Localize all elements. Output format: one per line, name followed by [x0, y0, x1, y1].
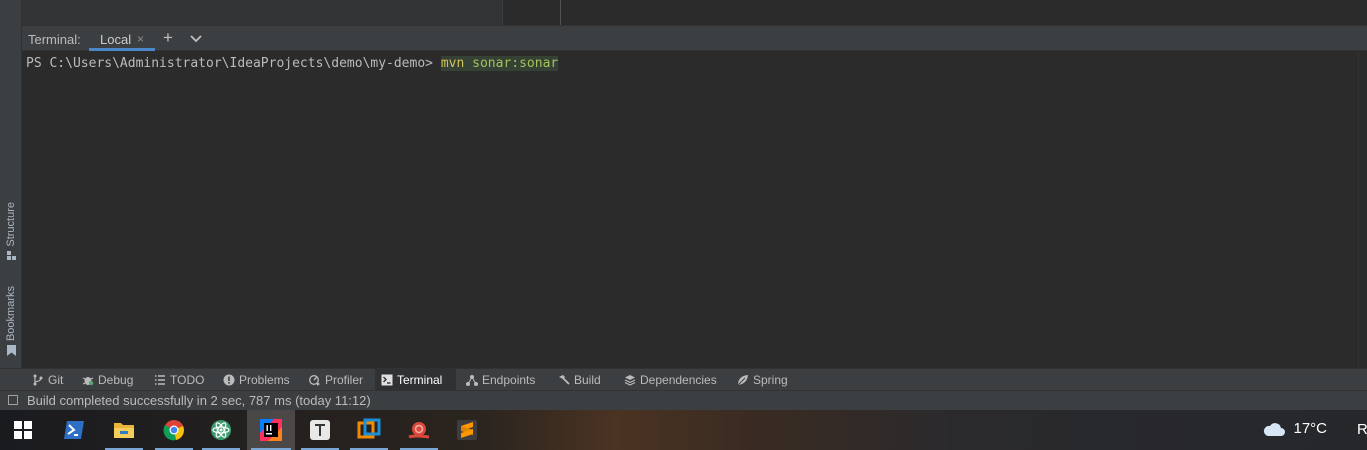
- command-args: sonar:sonar: [464, 56, 559, 71]
- taskbar-atom[interactable]: [198, 410, 244, 450]
- taskbar-vmware[interactable]: [346, 410, 392, 450]
- list-icon: [155, 374, 165, 385]
- taskbar-powershell[interactable]: [51, 410, 97, 450]
- side-tab-structure[interactable]: Structure: [0, 190, 22, 260]
- vmware-icon: [357, 418, 381, 439]
- editor-margin-line: [560, 0, 561, 25]
- chevron-down-icon[interactable]: [188, 28, 204, 48]
- status-bar: Build completed successfully in 2 sec, 7…: [0, 390, 1367, 410]
- sublime-text-icon: [457, 420, 477, 440]
- windows-start-icon: [14, 421, 32, 439]
- status-message: Build completed successfully in 2 sec, 7…: [27, 393, 371, 408]
- add-tab-icon[interactable]: +: [163, 28, 173, 48]
- atom-icon: [211, 420, 231, 440]
- tool-profiler[interactable]: Profiler: [303, 369, 369, 390]
- taskbar-file-explorer[interactable]: [101, 410, 147, 450]
- terminal-icon: [381, 374, 393, 385]
- side-tab-bookmarks[interactable]: Bookmarks: [0, 276, 22, 356]
- tool-dependencies[interactable]: Dependencies: [618, 369, 723, 390]
- side-tab-structure-label: Structure: [5, 202, 17, 247]
- cloud-icon: [1264, 422, 1286, 436]
- bookmark-icon: [6, 345, 16, 356]
- side-tab-bookmarks-label: Bookmarks: [5, 285, 17, 341]
- tool-problems-label: Problems: [239, 372, 290, 387]
- spring-leaf-icon: [737, 374, 748, 385]
- structure-icon: [6, 251, 16, 260]
- editor-gutter: [22, 0, 502, 25]
- terminal-tab-bar: Terminal: Local × +: [22, 25, 1367, 51]
- tool-endpoints-label: Endpoints: [482, 372, 536, 387]
- editor-divider: [502, 0, 503, 25]
- tool-spring-label: Spring: [753, 372, 788, 387]
- taskbar-chrome[interactable]: [151, 410, 197, 450]
- snail-app-icon: [408, 422, 430, 439]
- tool-debug[interactable]: Debug: [76, 369, 139, 390]
- tab-local-label: Local: [100, 32, 132, 47]
- left-tool-strip: Structure Bookmarks: [0, 0, 22, 368]
- toggle-tool-windows-icon[interactable]: [8, 395, 18, 405]
- tool-window-bar: Git Debug TODO Problems Profiler Termina…: [0, 368, 1367, 390]
- tool-git[interactable]: Git: [26, 369, 69, 390]
- close-icon[interactable]: ×: [137, 32, 144, 46]
- tool-problems[interactable]: Problems: [217, 369, 296, 390]
- weather-temperature: 17°C: [1293, 420, 1327, 437]
- tool-debug-label: Debug: [98, 372, 134, 387]
- start-button[interactable]: [0, 410, 46, 450]
- terminal-prompt: PS C:\Users\Administrator\IdeaProjects\d…: [26, 56, 441, 71]
- taskbar-intellij[interactable]: [247, 410, 295, 450]
- intellij-icon: [260, 419, 282, 441]
- tab-local[interactable]: Local ×: [89, 26, 155, 51]
- terminal-scrollbar[interactable]: [1358, 51, 1367, 368]
- tool-todo-label: TODO: [170, 372, 205, 387]
- git-branch-icon: [33, 374, 43, 385]
- terminal-title: Terminal:: [28, 32, 81, 47]
- tool-profiler-label: Profiler: [325, 372, 364, 387]
- terminal-command-line: PS C:\Users\Administrator\IdeaProjects\d…: [26, 56, 559, 71]
- bug-icon: [82, 376, 94, 385]
- file-explorer-icon: [114, 423, 134, 438]
- taskbar-sublime-text[interactable]: [444, 410, 490, 450]
- tool-terminal-label: Terminal: [397, 372, 443, 387]
- tool-spring[interactable]: Spring: [731, 369, 794, 390]
- command-program: mvn: [440, 56, 465, 71]
- tool-git-label: Git: [48, 372, 64, 387]
- tool-endpoints[interactable]: Endpoints: [460, 369, 541, 390]
- hammer-icon: [559, 374, 570, 385]
- tool-dependencies-label: Dependencies: [640, 372, 717, 387]
- tool-terminal[interactable]: Terminal: [375, 369, 456, 390]
- windows-taskbar: 17°C R: [0, 410, 1367, 450]
- taskbar-typora[interactable]: [297, 410, 343, 450]
- taskbar-snail-app[interactable]: [396, 410, 442, 450]
- info-circle-icon: [223, 374, 235, 385]
- typora-icon: [310, 420, 330, 440]
- weather-widget[interactable]: 17°C: [1263, 420, 1327, 437]
- terminal-output[interactable]: PS C:\Users\Administrator\IdeaProjects\d…: [22, 51, 1367, 368]
- powershell-icon: [64, 421, 84, 439]
- endpoints-icon: [466, 374, 478, 386]
- tool-build-label: Build: [574, 372, 601, 387]
- chrome-icon: [163, 420, 184, 441]
- tool-build[interactable]: Build: [552, 369, 607, 390]
- tool-todo[interactable]: TODO: [148, 369, 210, 390]
- tray-overflow-text: R: [1357, 421, 1367, 438]
- layers-icon: [624, 374, 636, 386]
- terminal-command: mvn sonar:sonar: [440, 56, 559, 71]
- profiler-icon: [309, 374, 320, 386]
